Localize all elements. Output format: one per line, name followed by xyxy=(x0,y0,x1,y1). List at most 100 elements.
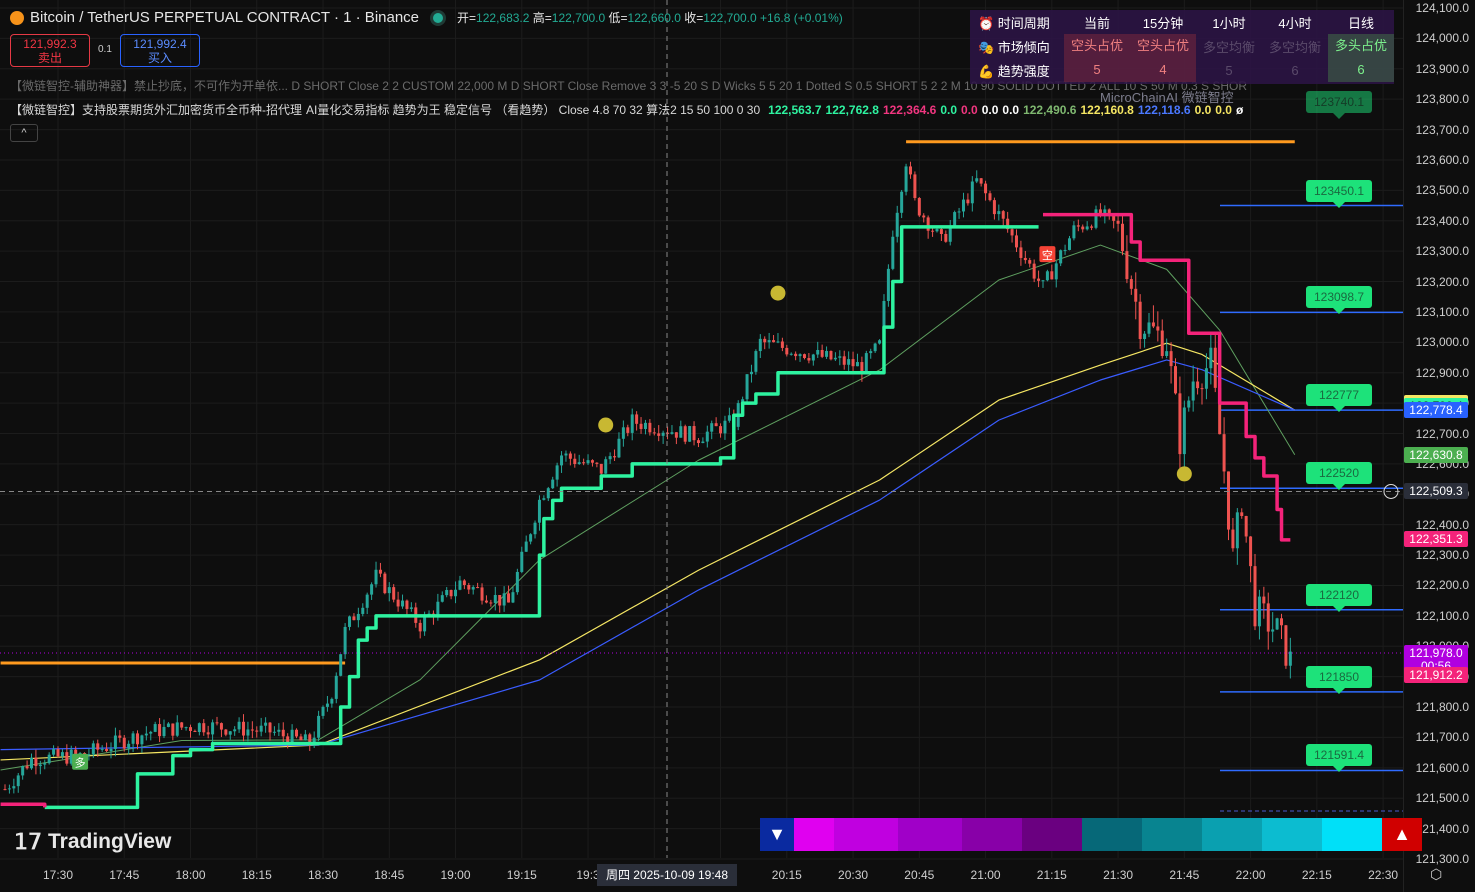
candle xyxy=(136,733,140,745)
settings-icon[interactable]: ⬡ xyxy=(1430,866,1442,883)
tradingview-logo[interactable]: 𝟣𝟩 TradingView xyxy=(14,829,171,855)
supertrend-down-line xyxy=(0,802,47,808)
time-tick: 20:45 xyxy=(904,868,935,882)
candle xyxy=(997,211,1001,215)
candle xyxy=(1222,434,1226,472)
candle xyxy=(153,724,157,732)
level-label: 123098.7 xyxy=(1306,286,1372,315)
candle xyxy=(246,729,250,736)
level-label: 122520 xyxy=(1306,462,1372,491)
candle xyxy=(21,766,25,776)
candle xyxy=(683,426,687,442)
candle xyxy=(462,580,466,585)
candle xyxy=(1134,288,1138,302)
time-tick: 20:15 xyxy=(771,868,802,882)
candle xyxy=(43,763,47,765)
candle xyxy=(551,479,555,489)
order-quantity[interactable]: 0.1 xyxy=(98,44,112,55)
candle xyxy=(1200,388,1204,390)
candle xyxy=(935,229,939,232)
sell-button[interactable]: 121,992.3 卖出 xyxy=(10,34,90,67)
time-tick: 22:15 xyxy=(1301,868,1332,882)
price-tag: 121,912.2 xyxy=(1404,666,1468,683)
candle xyxy=(670,432,674,434)
candle xyxy=(158,724,162,737)
candle xyxy=(1187,400,1191,408)
candle xyxy=(206,732,210,735)
candle xyxy=(1125,251,1129,280)
candle xyxy=(511,592,515,603)
price-chart[interactable]: 多空 xyxy=(0,0,1403,892)
candle xyxy=(696,440,700,444)
candle xyxy=(970,181,974,204)
level-label: 122777 xyxy=(1306,384,1372,413)
candle xyxy=(1182,407,1186,455)
candle xyxy=(1213,347,1217,388)
price-tick: 123,500.0 xyxy=(1415,183,1469,198)
candle xyxy=(1072,225,1076,239)
candle xyxy=(878,340,882,344)
price-tick: 121,300.0 xyxy=(1415,852,1469,866)
open-value: 122,683.2 xyxy=(476,11,530,25)
candle xyxy=(785,347,789,355)
candle xyxy=(38,764,42,767)
price-tick: 122,100.0 xyxy=(1415,608,1469,623)
candle xyxy=(758,338,762,352)
candle xyxy=(480,587,484,601)
ma-green-line xyxy=(0,244,1296,771)
trend-strip-cell xyxy=(1142,818,1202,851)
time-tick: 18:15 xyxy=(241,868,272,882)
candle xyxy=(922,215,926,218)
candle xyxy=(1284,625,1288,666)
candle xyxy=(74,749,78,755)
candle xyxy=(330,698,334,704)
candle xyxy=(621,427,625,439)
candle xyxy=(378,569,382,574)
candle xyxy=(1249,536,1253,567)
collapse-legend-button[interactable]: ^ xyxy=(10,124,38,142)
candle xyxy=(966,199,970,204)
candle xyxy=(626,427,630,433)
candle xyxy=(674,432,678,438)
candle xyxy=(975,178,979,182)
candle xyxy=(537,499,541,523)
candle xyxy=(1019,247,1023,258)
candle xyxy=(829,350,833,360)
table-cell-bias: 空头占优 xyxy=(1064,34,1130,58)
candle xyxy=(555,465,559,480)
candle xyxy=(29,757,33,769)
candle xyxy=(1059,250,1063,264)
candle xyxy=(171,723,175,736)
table-header: 15分钟 xyxy=(1142,15,1184,31)
symbol-header: Bitcoin / TetherUS PERPETUAL CONTRACT · … xyxy=(10,9,843,26)
candle xyxy=(184,727,188,729)
candle xyxy=(599,463,603,474)
candle xyxy=(277,729,281,732)
buy-button[interactable]: 121,992.4 买入 xyxy=(120,34,200,67)
crosshair-time-label: 周四 2025-10-09 19:48 xyxy=(597,864,737,886)
candle xyxy=(705,431,709,442)
candle xyxy=(1090,226,1094,228)
candle xyxy=(1235,512,1239,549)
symbol-title[interactable]: Bitcoin / TetherUS PERPETUAL CONTRACT · … xyxy=(30,9,419,26)
candle xyxy=(666,432,670,434)
candle xyxy=(723,420,727,434)
candle xyxy=(445,590,449,596)
candle xyxy=(749,371,753,375)
time-tick: 21:45 xyxy=(1169,868,1200,882)
price-tick: 123,100.0 xyxy=(1415,304,1469,319)
candle xyxy=(992,200,996,215)
candle xyxy=(127,743,131,749)
candle xyxy=(1209,347,1213,369)
indicator-legend-2[interactable]: 【微链智控】支持股票期货外汇加密货币全币种-招代理 AI量化交易指标 趋势为王 稳… xyxy=(10,101,1243,118)
level-label: 121850 xyxy=(1306,665,1372,694)
candle xyxy=(348,616,352,627)
candle xyxy=(904,166,908,192)
candle xyxy=(926,217,930,231)
table-cell-bias: 多空均衡 xyxy=(1268,39,1321,55)
candle xyxy=(657,433,661,436)
indicator-value: 0.0 xyxy=(981,103,999,117)
candle xyxy=(264,722,268,726)
candle xyxy=(1257,596,1261,627)
trend-strip-cell xyxy=(1022,818,1082,851)
